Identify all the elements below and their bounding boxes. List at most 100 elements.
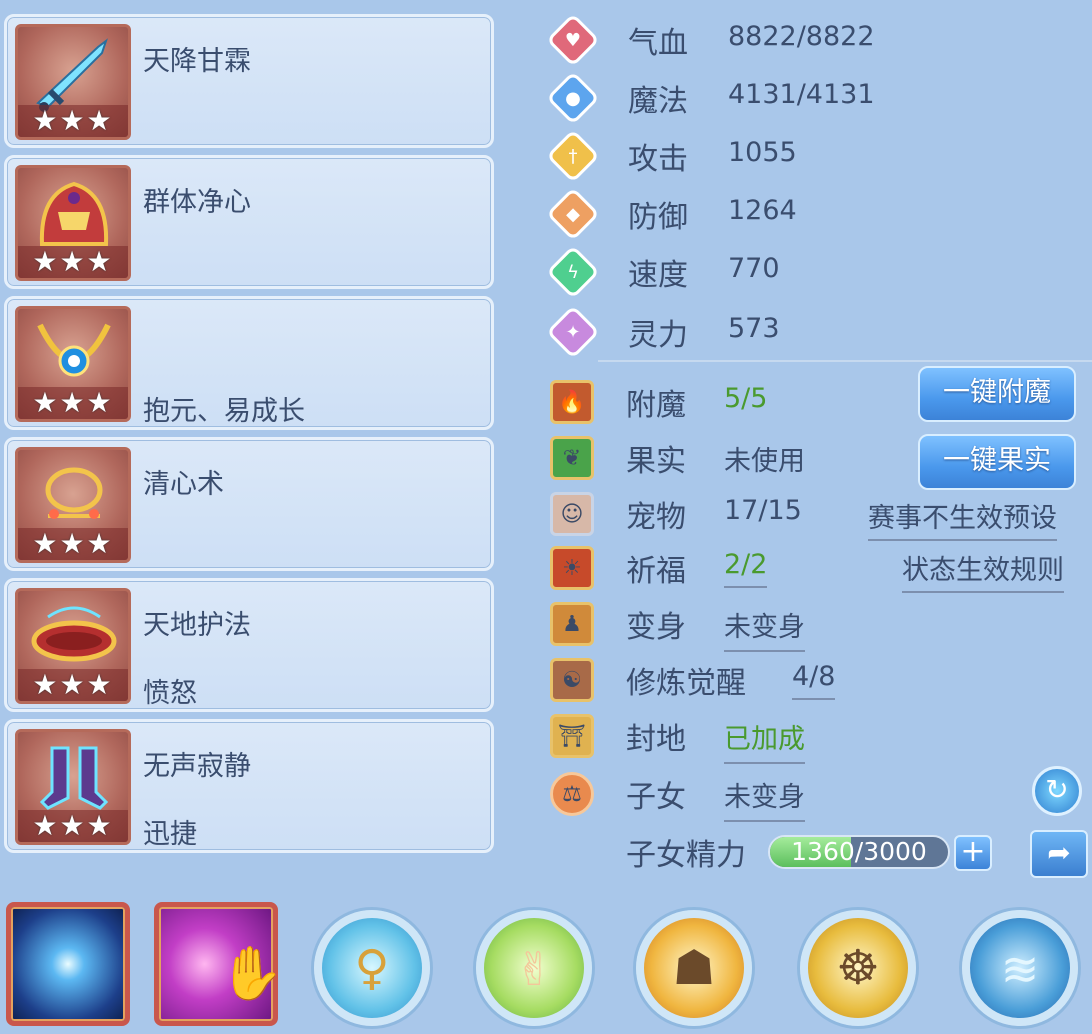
stat-label: 速度 [628, 258, 688, 293]
equipment-card[interactable]: ★★★ 群体净心 [4, 155, 494, 289]
shield-icon: ◆ [546, 187, 600, 241]
preset-link[interactable]: 赛事不生效预设 [868, 496, 1057, 541]
equipment-name: 天降甘霖 [143, 46, 251, 77]
wave-icon[interactable]: ≋ [962, 910, 1078, 1026]
share-icon[interactable]: ➦ [1030, 830, 1088, 878]
enchant-row: 🔥 附魔 5/5 [550, 380, 890, 430]
awaken-label: 修炼觉醒 [626, 666, 746, 701]
rules-link[interactable]: 状态生效规则 [902, 548, 1064, 593]
bless-label: 祈福 [626, 554, 686, 589]
awaken-row[interactable]: ☯ 修炼觉醒 4/8 [550, 658, 870, 708]
equipment-card[interactable]: ★★★ 天地护法 愤怒 [4, 578, 494, 712]
stat-value: 1055 [728, 137, 797, 168]
enchant-label: 附魔 [626, 388, 686, 423]
equipment-list: ★★★ 天降甘霖 ★★★ 群体净心 ★★★ 抱元、易成长 ★★★ 清心术 ★★★… [4, 14, 494, 860]
stat-label: 攻击 [628, 142, 688, 177]
pet-value: 17/15 [724, 495, 802, 526]
children-icon: ⚖ [550, 772, 594, 816]
awaken-value: 4/8 [792, 661, 836, 700]
equipment-name: 天地护法 [143, 610, 251, 641]
children-row[interactable]: ⚖ 子女 未变身 [550, 772, 850, 822]
belt-art [31, 606, 117, 662]
fruit-all-button[interactable]: 一键果实 [918, 434, 1076, 490]
sword-art [36, 38, 108, 112]
enchant-value: 5/5 [724, 383, 768, 414]
stat-label: 气血 [628, 26, 688, 61]
heart-icon: ♥ [546, 13, 600, 67]
stat-value: 1264 [728, 195, 797, 226]
gate-icon: ⛩ [550, 714, 594, 758]
transform-row[interactable]: ♟ 变身 未变身 [550, 602, 850, 652]
attack-icon: † [546, 129, 600, 183]
equipment-subtext: 抱元、易成长 [143, 396, 305, 427]
sword-icon: ★★★ [15, 24, 131, 140]
equipment-card[interactable]: ★★★ 天降甘霖 [4, 14, 494, 148]
children-label: 子女 [626, 780, 686, 815]
bless-value: 2/2 [724, 549, 768, 588]
pet-label: 宠物 [626, 500, 686, 535]
energy-text: 1360/3000 [791, 837, 927, 866]
fruit-value: 未使用 [724, 446, 805, 477]
equipment-subtext: 愤怒 [143, 678, 197, 709]
add-energy-button[interactable]: + [954, 835, 992, 871]
enchant-all-button[interactable]: 一键附魔 [918, 366, 1076, 422]
helmet-icon: ★★★ [15, 165, 131, 281]
belt-icon: ★★★ [15, 588, 131, 704]
refresh-icon[interactable]: ↻ [1032, 766, 1082, 816]
equipment-subtext: 迅捷 [143, 819, 197, 850]
divider [598, 360, 1092, 362]
speed-icon: ϟ [546, 245, 600, 299]
transform-label: 变身 [626, 610, 686, 645]
star-rating: ★★★ [18, 810, 128, 842]
star-rating: ★★★ [18, 105, 128, 137]
bracelet-art [45, 467, 103, 519]
stat-label: 魔法 [628, 84, 688, 119]
blessing-icon: ☀ [550, 546, 594, 590]
stat-value: 4131/4131 [728, 79, 875, 110]
leaf-icon: ❦ [550, 436, 594, 480]
fief-label: 封地 [626, 722, 686, 757]
meditate-icon[interactable]: ☸ [800, 910, 916, 1026]
children-value: 未变身 [724, 775, 805, 822]
equipment-name: 清心术 [143, 469, 224, 500]
dancer-icon[interactable]: ♀ [314, 910, 430, 1026]
star-rating: ★★★ [18, 246, 128, 278]
stat-value: 770 [728, 253, 780, 284]
mana-icon: ● [546, 71, 600, 125]
child-energy-bar: 1360/3000 [768, 835, 950, 869]
hand-sign-icon[interactable]: ✌ [476, 910, 592, 1026]
meditation-icon: ☯ [550, 658, 594, 702]
bless-row[interactable]: ☀ 祈福 2/2 [550, 546, 850, 596]
helmet-art [39, 181, 109, 246]
transform-icon: ♟ [550, 602, 594, 646]
star-orb-icon[interactable] [6, 902, 130, 1026]
stat-value: 573 [728, 313, 780, 344]
star-rating: ★★★ [18, 528, 128, 560]
fruit-row: ❦ 果实 未使用 [550, 436, 890, 486]
spirit-icon: ✦ [546, 305, 600, 359]
pet-row[interactable]: ☺ 宠物 17/15 [550, 492, 850, 542]
necklace-icon: ★★★ [15, 306, 131, 422]
equipment-card[interactable]: ★★★ 无声寂静 迅捷 [4, 719, 494, 853]
stat-value: 8822/8822 [728, 21, 875, 52]
stat-label: 灵力 [628, 318, 688, 353]
equipment-name: 无声寂静 [143, 751, 251, 782]
equipment-card[interactable]: ★★★ 抱元、易成长 [4, 296, 494, 430]
star-rating: ★★★ [18, 669, 128, 701]
enchant-icon: 🔥 [550, 380, 594, 424]
boots-icon: ★★★ [15, 729, 131, 845]
necklace-art [37, 323, 111, 377]
fruit-label: 果实 [626, 444, 686, 479]
equipment-name: 群体净心 [143, 187, 251, 218]
child-energy-label: 子女精力 [626, 838, 746, 873]
boots-art [39, 746, 109, 810]
bracelet-icon: ★★★ [15, 447, 131, 563]
star-rating: ★★★ [18, 387, 128, 419]
equipment-card[interactable]: ★★★ 清心术 [4, 437, 494, 571]
stat-label: 防御 [628, 200, 688, 235]
fief-value: 已加成 [724, 717, 805, 764]
fief-row[interactable]: ⛩ 封地 已加成 [550, 714, 850, 764]
monk-icon[interactable]: ☗ [636, 910, 752, 1026]
pet-avatar: ☺ [550, 492, 594, 536]
palm-strike-icon[interactable]: ✋ [154, 902, 284, 1026]
